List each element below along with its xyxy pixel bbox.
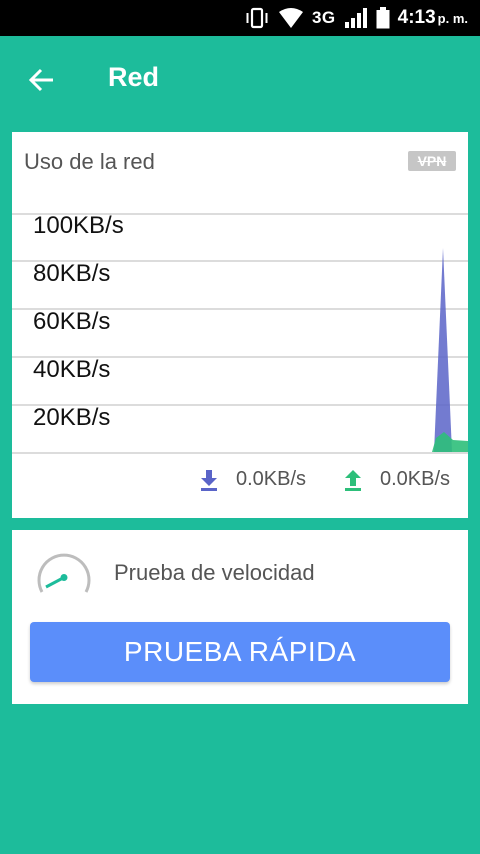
wifi-icon — [278, 7, 304, 29]
status-bar: 3G 4:13 p. m. — [0, 0, 480, 36]
vibrate-icon — [244, 7, 270, 29]
network-type-label: 3G — [311, 8, 336, 27]
download-speed-value: 0.0KB/s — [236, 468, 307, 490]
app-bar: Red — [0, 36, 480, 122]
upload-speed-value: 0.0KB/s — [380, 468, 451, 490]
download-arrow-icon — [201, 469, 217, 491]
network-usage-card: Uso de la red VPN 100KB/s 80KB/s 60KB/s … — [12, 132, 468, 518]
battery-icon — [376, 7, 390, 29]
download-spike — [434, 248, 452, 452]
quick-test-button[interactable]: PRUEBA RÁPIDA — [30, 622, 450, 682]
page-title: Red — [108, 62, 160, 92]
download-speed: 0.0KB/s — [200, 468, 306, 491]
back-button[interactable] — [22, 60, 62, 100]
network-traffic-graph — [432, 248, 468, 452]
speedometer-icon — [37, 553, 91, 593]
signal-icon — [344, 7, 368, 29]
clock: 4:13 p. m. — [397, 7, 468, 28]
arrow-back-icon — [28, 68, 53, 92]
upload-arrow-icon — [345, 469, 361, 491]
upload-speed: 0.0KB/s — [344, 468, 450, 491]
speed-test-title: Prueba de velocidad — [114, 560, 315, 585]
speed-test-card: Prueba de velocidad PRUEBA RÁPIDA — [12, 530, 468, 704]
